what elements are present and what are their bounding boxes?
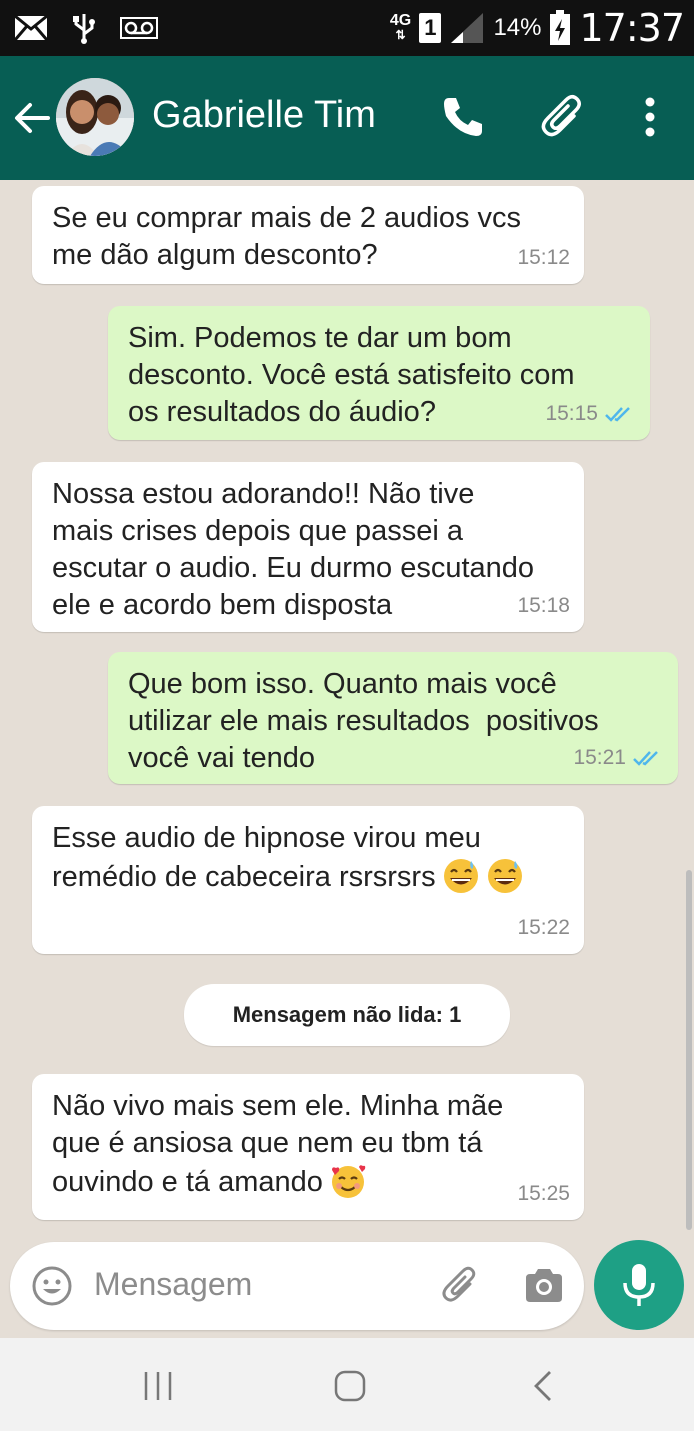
message-time: 15:22 [517,916,570,939]
mic-button[interactable] [594,1240,684,1330]
attach-icon[interactable] [438,1264,482,1308]
system-nav-bar [0,1338,694,1431]
scrollbar[interactable] [686,870,692,1230]
mic-icon [623,1264,655,1306]
status-bar: 4G ⇅ 1 14% 17:37 [0,0,694,56]
message-outgoing[interactable]: Sim. Podemos te dar um bom desconto. Voc… [108,306,650,440]
voicemail-icon [120,17,158,39]
message-incoming[interactable]: Se eu comprar mais de 2 audios vcs me dã… [32,186,584,284]
back-arrow-icon[interactable] [12,98,52,138]
more-vert-icon[interactable] [628,92,672,142]
message-outgoing[interactable]: Que bom isso. Quanto mais você utilizar … [108,652,678,784]
camera-icon[interactable] [522,1264,566,1308]
sim-indicator: 1 [419,13,442,43]
avatar[interactable] [56,78,134,156]
message-time: 15:25 [517,1182,570,1205]
network-type: 4G ⇅ [389,12,412,43]
read-ticks-icon [633,750,658,766]
message-time: 15:15 [545,395,636,432]
home-icon[interactable] [330,1366,370,1406]
clock: 17:37 [579,6,685,50]
nav-back-icon[interactable] [524,1366,564,1406]
chat-area[interactable]: Se eu comprar mais de 2 audios vcs me dã… [0,180,694,1335]
mail-icon [14,15,48,41]
message-incoming[interactable]: Nossa estou adorando!! Não tive mais cri… [32,462,584,632]
message-time: 15:21 [573,739,664,776]
smiling-face-with-hearts-emoji [331,1165,366,1198]
message-text: Nossa estou adorando!! Não tive mais cri… [52,478,535,621]
message-text: Esse audio de hipnose virou meu remédio … [52,820,564,896]
usb-icon [73,14,95,44]
message-text: Se eu comprar mais de 2 audios vcs me dã… [52,202,522,271]
avatar-photo [56,78,134,156]
recents-icon[interactable] [138,1366,178,1406]
battery-percent: 14% [493,14,542,41]
contact-name[interactable]: Gabrielle Tim [152,94,376,137]
battery-icon [550,10,571,45]
unread-messages-banner: Mensagem não lida: 1 [184,984,510,1046]
message-input-bar[interactable]: Mensagem [10,1242,584,1330]
message-input[interactable]: Mensagem [94,1266,252,1303]
message-time: 15:12 [517,246,570,269]
paperclip-icon[interactable] [538,92,588,142]
grinning-sweat-emoji [443,859,478,893]
grinning-sweat-emoji [487,859,522,893]
signal-icon [451,13,484,43]
message-incoming[interactable]: Não vivo mais sem ele. Minha mãe que é a… [32,1074,584,1220]
message-incoming[interactable]: Esse audio de hipnose virou meu remédio … [32,806,584,954]
emoji-icon[interactable] [30,1264,74,1308]
read-ticks-icon [605,406,630,422]
chat-header: Gabrielle Tim [0,56,694,180]
phone-icon[interactable] [438,92,488,142]
message-text: Não vivo mais sem ele. Minha mãe que é a… [52,1090,504,1198]
message-time: 15:18 [517,594,570,617]
